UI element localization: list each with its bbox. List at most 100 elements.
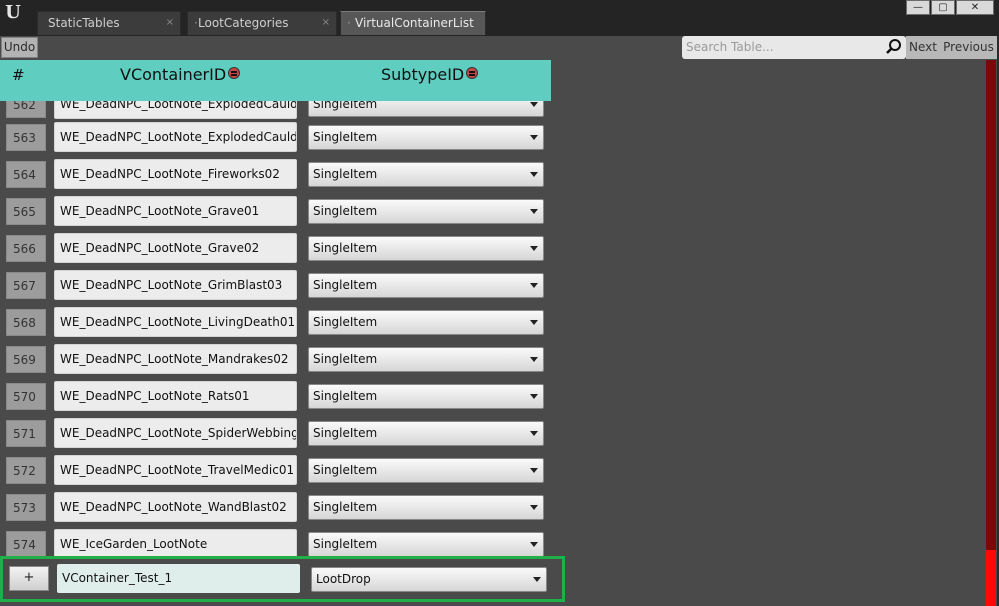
- subtype-value: SingleItem: [313, 278, 378, 292]
- undo-button[interactable]: Undo: [1, 37, 38, 58]
- table-row: 565 WE_DeadNPC_LootNote_Grave01 SingleIt…: [0, 192, 560, 229]
- tab-dot-icon: ·: [347, 16, 351, 30]
- close-window-button[interactable]: ✕: [956, 0, 994, 15]
- subtype-value: SingleItem: [313, 315, 378, 329]
- new-vcontainer-id-field[interactable]: VContainer_Test_1: [57, 564, 300, 593]
- sort-icon[interactable]: [228, 67, 241, 79]
- search-icon[interactable]: [885, 38, 903, 56]
- new-row-highlight: + VContainer_Test_1 LootDrop: [0, 556, 565, 602]
- subtype-dropdown[interactable]: SingleItem: [308, 273, 544, 298]
- subtype-dropdown[interactable]: SingleItem: [308, 310, 544, 335]
- subtype-value: LootDrop: [316, 572, 371, 586]
- title-bar: U StaticTables × · LootCategories × · Vi…: [0, 0, 999, 36]
- vcontainer-id-field[interactable]: WE_DeadNPC_LootNote_WandBlast02: [54, 492, 297, 522]
- table-row: 563 WE_DeadNPC_LootNote_ExplodedCauldron…: [0, 118, 560, 155]
- table-row: 566 WE_DeadNPC_LootNote_Grave02 SingleIt…: [0, 229, 560, 266]
- row-number: 566: [6, 235, 46, 262]
- subtype-value: SingleItem: [313, 463, 378, 477]
- tab-label: VirtualContainerList: [355, 16, 474, 30]
- new-subtype-dropdown[interactable]: LootDrop: [311, 567, 547, 592]
- subtype-value: SingleItem: [313, 426, 378, 440]
- vcontainer-id-field[interactable]: WE_IceGarden_LootNote: [54, 529, 297, 559]
- chevron-down-icon: [533, 577, 541, 582]
- minimize-button[interactable]: —: [906, 0, 930, 15]
- vcontainer-id-field[interactable]: WE_DeadNPC_LootNote_Rats01: [54, 381, 297, 411]
- subtype-dropdown[interactable]: SingleItem: [308, 495, 544, 520]
- vcontainer-id-field[interactable]: WE_DeadNPC_LootNote_GrimBlast03: [54, 270, 297, 300]
- search-input[interactable]: [686, 38, 882, 56]
- tab-virtual-container-list[interactable]: · VirtualContainerList: [340, 11, 486, 35]
- chevron-down-icon: [530, 357, 538, 362]
- table-row: 568 WE_DeadNPC_LootNote_LivingDeath01 Si…: [0, 303, 560, 340]
- chevron-down-icon: [530, 468, 538, 473]
- subtype-value: SingleItem: [313, 389, 378, 403]
- table-row: 573 WE_DeadNPC_LootNote_WandBlast02 Sing…: [0, 488, 560, 525]
- subtype-value: SingleItem: [313, 204, 378, 218]
- row-number: 572: [6, 457, 46, 484]
- scrollbar-thumb[interactable]: [986, 550, 996, 606]
- row-number: 563: [6, 124, 46, 151]
- chevron-down-icon: [530, 431, 538, 436]
- search-box: [682, 36, 906, 59]
- subtype-value: SingleItem: [313, 167, 378, 181]
- scrollbar-track[interactable]: [986, 60, 996, 606]
- subtype-dropdown[interactable]: SingleItem: [308, 347, 544, 372]
- sort-icon[interactable]: [466, 67, 479, 79]
- table-row: 569 WE_DeadNPC_LootNote_Mandrakes02 Sing…: [0, 340, 560, 377]
- row-number: 568: [6, 309, 46, 336]
- subtype-value: SingleItem: [313, 130, 378, 144]
- vcontainer-id-field[interactable]: WE_DeadNPC_LootNote_Grave01: [54, 196, 297, 226]
- vcontainer-id-field[interactable]: WE_DeadNPC_LootNote_Mandrakes02: [54, 344, 297, 374]
- chevron-down-icon: [530, 246, 538, 251]
- tab-static-tables[interactable]: StaticTables ×: [37, 11, 181, 35]
- subtype-value: SingleItem: [313, 352, 378, 366]
- chevron-down-icon: [530, 135, 538, 140]
- subtype-dropdown[interactable]: SingleItem: [308, 458, 544, 483]
- close-icon[interactable]: ×: [166, 12, 174, 34]
- chevron-down-icon: [530, 505, 538, 510]
- column-header-num: #: [12, 66, 25, 84]
- row-number: 565: [6, 198, 46, 225]
- chevron-down-icon: [530, 283, 538, 288]
- close-icon[interactable]: ×: [322, 12, 330, 34]
- column-header-label: VContainerID: [120, 65, 227, 84]
- subtype-dropdown[interactable]: SingleItem: [308, 199, 544, 224]
- previous-button[interactable]: Previous: [940, 36, 997, 59]
- vcontainer-id-field[interactable]: WE_DeadNPC_LootNote_LivingDeath01: [54, 307, 297, 337]
- subtype-dropdown[interactable]: SingleItem: [308, 532, 544, 557]
- add-row-button[interactable]: +: [9, 566, 49, 591]
- row-number: 564: [6, 161, 46, 188]
- tab-label: StaticTables: [48, 16, 120, 30]
- table-row: 567 WE_DeadNPC_LootNote_GrimBlast03 Sing…: [0, 266, 560, 303]
- subtype-dropdown[interactable]: SingleItem: [308, 421, 544, 446]
- subtype-dropdown[interactable]: SingleItem: [308, 125, 544, 150]
- table-row: 572 WE_DeadNPC_LootNote_TravelMedic01 Si…: [0, 451, 560, 488]
- vcontainer-id-field[interactable]: WE_DeadNPC_LootNote_TravelMedic01: [54, 455, 297, 485]
- table-row: 571 WE_DeadNPC_LootNote_SpiderWebbing01 …: [0, 414, 560, 451]
- row-number: 569: [6, 346, 46, 373]
- row-number: 567: [6, 272, 46, 299]
- chevron-down-icon: [530, 394, 538, 399]
- subtype-dropdown[interactable]: SingleItem: [308, 236, 544, 261]
- chevron-down-icon: [530, 102, 538, 107]
- subtype-dropdown[interactable]: SingleItem: [308, 162, 544, 187]
- chevron-down-icon: [530, 209, 538, 214]
- chevron-down-icon: [530, 320, 538, 325]
- vcontainer-id-field[interactable]: WE_DeadNPC_LootNote_ExplodedCauldron: [54, 122, 297, 152]
- tab-loot-categories[interactable]: · LootCategories ×: [187, 11, 337, 35]
- row-number: 571: [6, 420, 46, 447]
- column-header-subtype-id[interactable]: SubtypeID: [381, 65, 479, 84]
- subtype-value: SingleItem: [313, 241, 378, 255]
- chevron-down-icon: [530, 542, 538, 547]
- new-table-row: + VContainer_Test_1 LootDrop: [3, 559, 559, 597]
- vcontainer-id-field[interactable]: WE_DeadNPC_LootNote_Fireworks02: [54, 159, 297, 189]
- subtype-value: SingleItem: [313, 500, 378, 514]
- column-header-vcontainer-id[interactable]: VContainerID: [120, 65, 241, 84]
- vcontainer-id-field[interactable]: WE_DeadNPC_LootNote_SpiderWebbing01: [54, 418, 297, 448]
- unreal-logo-icon: U: [5, 2, 21, 23]
- column-header-label: SubtypeID: [381, 65, 465, 84]
- vcontainer-id-field[interactable]: WE_DeadNPC_LootNote_Grave02: [54, 233, 297, 263]
- next-button[interactable]: Next: [906, 36, 940, 59]
- maximize-button[interactable]: ▢: [931, 0, 955, 15]
- subtype-dropdown[interactable]: SingleItem: [308, 384, 544, 409]
